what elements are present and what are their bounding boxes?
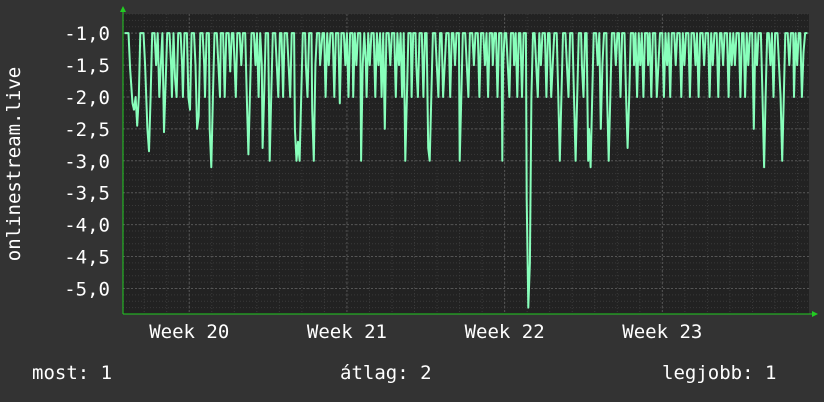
y-axis-label: onlinestream.live (3, 67, 25, 261)
x-axis-arrow-icon (812, 311, 818, 317)
y-tick-label: -3,0 (64, 151, 110, 173)
current-value: most: 1 (32, 362, 113, 384)
y-axis-ticks: -1,0 -1,5 -2,0 -2,5 -3,0 -3,5 -4,0 -4,5 -5,0 (64, 23, 110, 300)
y-tick-label: -4,5 (64, 247, 110, 269)
y-tick-label: -1,5 (64, 55, 110, 77)
y-tick-label: -1,0 (64, 23, 110, 45)
x-axis-ticks: Week 20 Week 21 Week 22 Week 23 (149, 321, 702, 343)
x-tick-label: Week 22 (465, 321, 545, 343)
y-axis-arrow-icon (120, 6, 126, 12)
y-tick-label: -3,5 (64, 183, 110, 205)
x-tick-label: Week 23 (622, 321, 702, 343)
y-tick-label: -5,0 (64, 278, 110, 300)
x-tick-label: Week 20 (149, 321, 229, 343)
y-tick-label: -2,5 (64, 119, 110, 141)
y-tick-label: -4,0 (64, 215, 110, 237)
x-tick-label: Week 21 (307, 321, 387, 343)
best-value: legjobb: 1 (662, 362, 777, 384)
average-value: átlag: 2 (340, 362, 432, 384)
y-tick-label: -2,0 (64, 87, 110, 109)
chart: -1,0 -1,5 -2,0 -2,5 -3,0 -3,5 -4,0 -4,5 -5,0 Wee… (3, 6, 818, 343)
